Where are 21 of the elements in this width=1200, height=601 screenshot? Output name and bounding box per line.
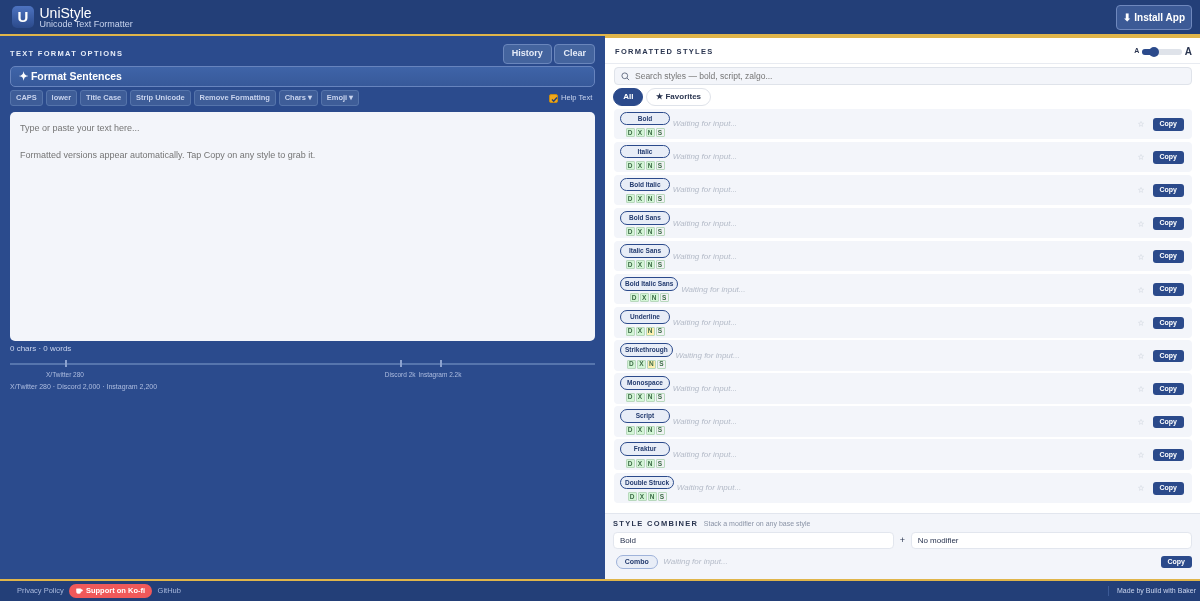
action-button[interactable]: History — [502, 44, 552, 64]
action-button[interactable]: Clear — [554, 44, 595, 64]
search-field[interactable]: Search styles — bold, script, zalgo... — [614, 67, 1192, 85]
modifier-select[interactable]: No modifier — [910, 532, 1192, 550]
plus-sign: + — [898, 534, 907, 547]
caret-icon: ▾ — [349, 93, 354, 102]
caret-icon: ▾ — [308, 93, 313, 102]
checkbox[interactable] — [549, 93, 559, 103]
font-size-slider[interactable] — [1142, 48, 1182, 55]
format-button[interactable]: ✦ Format Sentences — [10, 66, 595, 88]
text-input[interactable]: Type or paste your text here... Formatted versions appear automatically. Tap Copy on any style to grab it. — [10, 111, 595, 341]
app-logo: U — [12, 6, 34, 28]
install-button[interactable]: ⬇ Install App — [1116, 4, 1192, 30]
app-title: UniStyle — [39, 5, 93, 20]
filter-tab[interactable]: All — [613, 87, 644, 106]
cup-icon — [76, 588, 84, 594]
base-style-select[interactable]: Bold — [613, 532, 895, 550]
char-counter: 0 chars · 0 words — [10, 343, 73, 356]
filter-tab[interactable]: ★ Favorites — [646, 87, 712, 106]
size-label: A — [1184, 45, 1192, 59]
search-icon — [621, 71, 630, 81]
